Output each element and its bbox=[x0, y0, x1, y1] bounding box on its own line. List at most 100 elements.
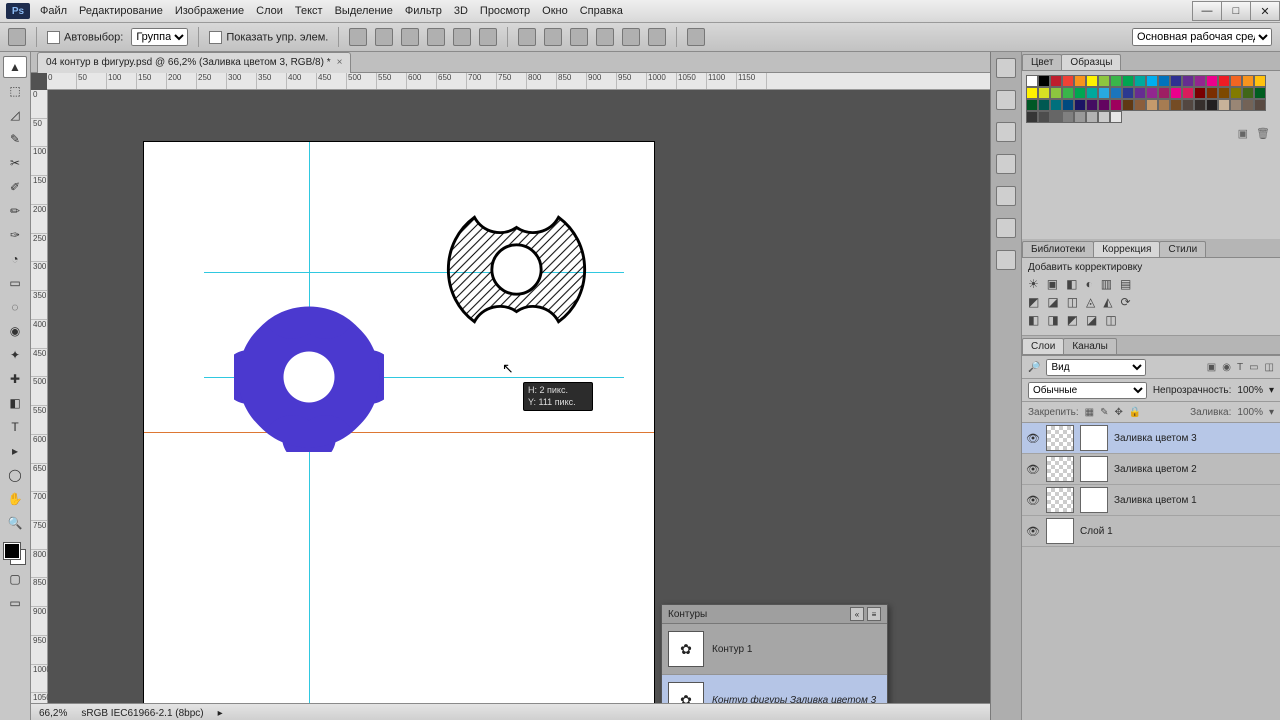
stamp-tool[interactable]: ◔ bbox=[3, 248, 27, 270]
path-name[interactable]: Контур 1 bbox=[712, 644, 752, 655]
paths-panel-header[interactable]: Контуры « ≡ bbox=[662, 605, 887, 624]
swatch[interactable] bbox=[1146, 87, 1158, 99]
layer-filter-icon[interactable]: ◉ bbox=[1222, 362, 1231, 373]
swatch[interactable] bbox=[1242, 87, 1254, 99]
swatch[interactable] bbox=[1062, 111, 1074, 123]
layer-row[interactable]: 👁Заливка цветом 2 bbox=[1022, 454, 1280, 485]
swatch[interactable] bbox=[1182, 87, 1194, 99]
foreground-color[interactable] bbox=[4, 543, 20, 559]
adjustment-icon[interactable]: ◪ bbox=[1047, 295, 1058, 309]
shape-tool[interactable]: ◯ bbox=[3, 464, 27, 486]
adjustment-icon[interactable]: ◩ bbox=[1028, 295, 1039, 309]
panel-icon[interactable] bbox=[996, 250, 1016, 270]
3d-icon[interactable] bbox=[687, 28, 705, 46]
swatch[interactable] bbox=[1098, 111, 1110, 123]
layer-filter-dropdown[interactable]: Вид bbox=[1046, 359, 1146, 376]
swatch[interactable] bbox=[1170, 87, 1182, 99]
blend-mode-dropdown[interactable]: Обычные bbox=[1028, 382, 1147, 399]
swatch[interactable] bbox=[1098, 87, 1110, 99]
quickmask-tool[interactable]: ▢ bbox=[3, 568, 27, 590]
status-arrow-icon[interactable]: ▸ bbox=[218, 708, 223, 719]
layer-thumbnail[interactable] bbox=[1046, 487, 1074, 513]
adjustment-icon[interactable]: ◧ bbox=[1028, 313, 1039, 327]
swatch[interactable] bbox=[1050, 75, 1062, 87]
panel-icon[interactable] bbox=[996, 58, 1016, 78]
eraser-tool[interactable]: ◌ bbox=[3, 296, 27, 318]
fill-value[interactable]: 100% bbox=[1237, 407, 1263, 418]
blur-tool[interactable]: ✦ bbox=[3, 344, 27, 366]
swatch[interactable] bbox=[1026, 99, 1038, 111]
autoselect-dropdown[interactable]: Группа bbox=[131, 28, 188, 46]
zoom-tool[interactable]: 🔍 bbox=[3, 512, 27, 534]
path-row[interactable]: ✿ Контур 1 bbox=[662, 624, 887, 675]
adjustment-icon[interactable]: ☀ bbox=[1028, 277, 1039, 291]
layer-mask-thumbnail[interactable] bbox=[1080, 425, 1108, 451]
swatch[interactable] bbox=[1134, 75, 1146, 87]
guide-horizontal[interactable] bbox=[144, 432, 654, 433]
brush-tool[interactable]: ✑ bbox=[3, 224, 27, 246]
menu-file[interactable]: Файл bbox=[40, 5, 67, 17]
tab-libraries[interactable]: Библиотеки bbox=[1022, 241, 1094, 257]
move-tool[interactable]: ▲ bbox=[3, 56, 27, 78]
layer-filter-icon[interactable]: ▣ bbox=[1207, 362, 1216, 373]
tab-channels[interactable]: Каналы bbox=[1063, 338, 1117, 354]
swatch[interactable] bbox=[1122, 87, 1134, 99]
swatch[interactable] bbox=[1110, 75, 1122, 87]
maximize-button[interactable]: □ bbox=[1221, 1, 1251, 21]
swatch[interactable] bbox=[1170, 99, 1182, 111]
swatch[interactable] bbox=[1230, 75, 1242, 87]
layer-filter-icon[interactable]: ▭ bbox=[1249, 362, 1258, 373]
shape-hatched-gear[interactable] bbox=[444, 197, 589, 345]
swatch[interactable] bbox=[1194, 75, 1206, 87]
distribute-icon[interactable] bbox=[596, 28, 614, 46]
swatch[interactable] bbox=[1230, 99, 1242, 111]
new-swatch-icon[interactable]: ▣ bbox=[1238, 127, 1248, 140]
adjustment-icon[interactable]: ◪ bbox=[1086, 313, 1097, 327]
adjustment-icon[interactable]: ◨ bbox=[1047, 313, 1058, 327]
swatch[interactable] bbox=[1218, 99, 1230, 111]
lock-move-icon[interactable]: ✥ bbox=[1115, 407, 1123, 418]
panel-icon[interactable] bbox=[996, 90, 1016, 110]
swatch[interactable] bbox=[1122, 75, 1134, 87]
swatch[interactable] bbox=[1158, 75, 1170, 87]
swatch[interactable] bbox=[1194, 99, 1206, 111]
swatch[interactable] bbox=[1026, 87, 1038, 99]
canvas-viewport[interactable]: ↖ H: 2 пикс. Y: 111 пикс. Контуры « ≡ ✿К… bbox=[48, 90, 990, 720]
align-icon[interactable] bbox=[349, 28, 367, 46]
adjustment-icon[interactable]: ▣ bbox=[1047, 277, 1058, 291]
swatch[interactable] bbox=[1134, 99, 1146, 111]
layer-name[interactable]: Заливка цветом 1 bbox=[1114, 495, 1197, 506]
canvas[interactable] bbox=[144, 142, 654, 720]
crop-tool[interactable]: ✂ bbox=[3, 152, 27, 174]
lock-brush-icon[interactable]: ✎ bbox=[1100, 407, 1108, 418]
swatch[interactable] bbox=[1110, 99, 1122, 111]
gradient-tool[interactable]: ◉ bbox=[3, 320, 27, 342]
align-icon[interactable] bbox=[453, 28, 471, 46]
pen-tool[interactable]: ◧ bbox=[3, 392, 27, 414]
swatch[interactable] bbox=[1086, 111, 1098, 123]
swatch[interactable] bbox=[1242, 75, 1254, 87]
color-swatches[interactable] bbox=[3, 542, 27, 566]
distribute-icon[interactable] bbox=[622, 28, 640, 46]
swatch[interactable] bbox=[1134, 87, 1146, 99]
align-icon[interactable] bbox=[375, 28, 393, 46]
path-select-tool[interactable]: ▸ bbox=[3, 440, 27, 462]
swatch[interactable] bbox=[1086, 99, 1098, 111]
swatch[interactable] bbox=[1038, 99, 1050, 111]
visibility-icon[interactable]: 👁 bbox=[1026, 463, 1040, 476]
swatch[interactable] bbox=[1062, 99, 1074, 111]
swatch[interactable] bbox=[1050, 111, 1062, 123]
layer-thumbnail[interactable] bbox=[1046, 456, 1074, 482]
adjustment-icon[interactable]: ◐ bbox=[1085, 277, 1092, 291]
visibility-icon[interactable]: 👁 bbox=[1026, 432, 1040, 445]
path-thumbnail[interactable]: ✿ bbox=[668, 631, 704, 667]
layer-mask-thumbnail[interactable] bbox=[1080, 456, 1108, 482]
swatch[interactable] bbox=[1194, 87, 1206, 99]
swatch[interactable] bbox=[1086, 75, 1098, 87]
swatch-grid[interactable] bbox=[1026, 75, 1276, 123]
swatch[interactable] bbox=[1074, 111, 1086, 123]
swatch[interactable] bbox=[1230, 87, 1242, 99]
autoselect-checkbox[interactable]: Автовыбор: bbox=[47, 31, 123, 44]
zoom-value[interactable]: 66,2% bbox=[39, 708, 67, 719]
swatch[interactable] bbox=[1170, 75, 1182, 87]
